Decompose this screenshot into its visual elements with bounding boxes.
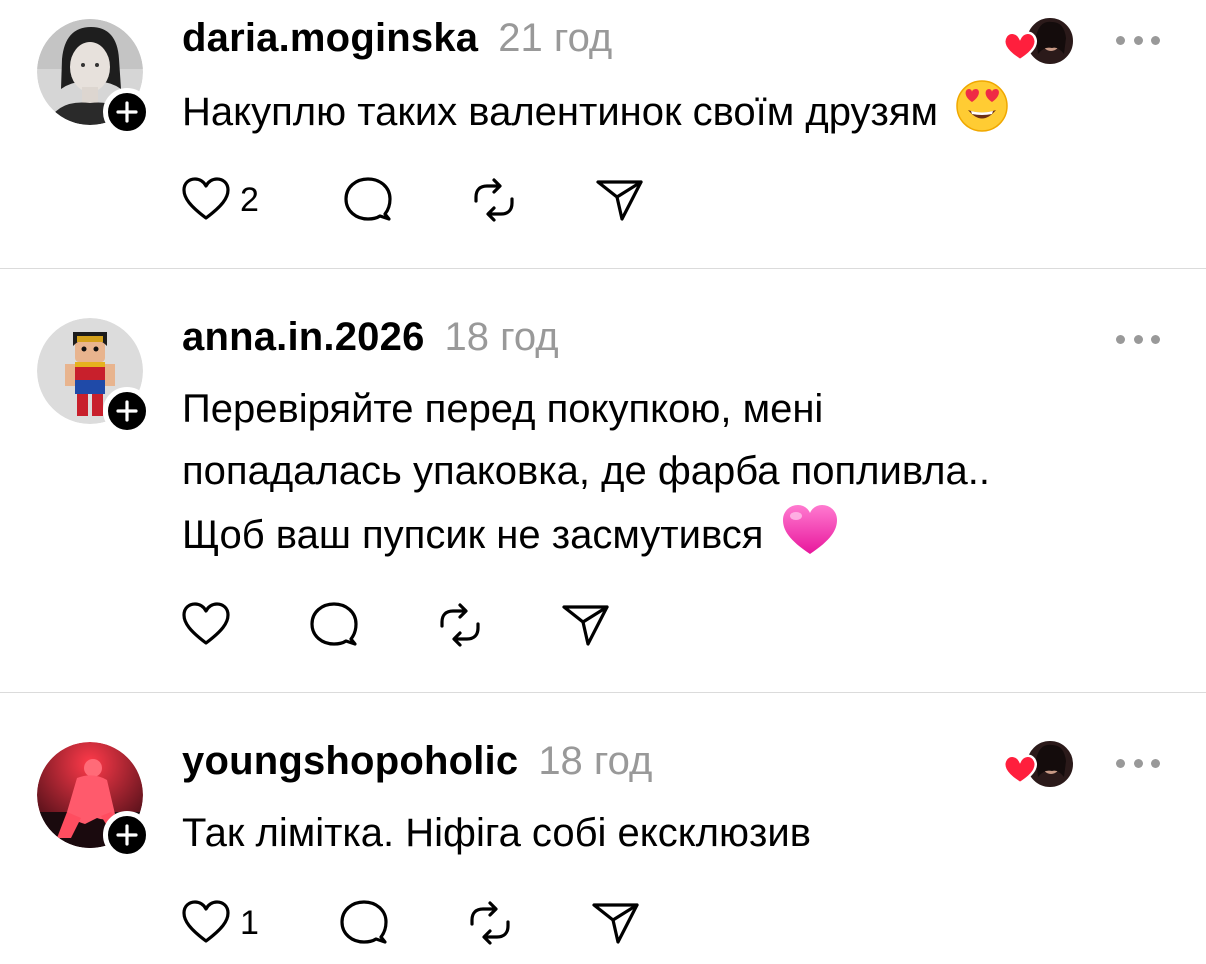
thread-reply-post: anna.in.2026 18 год Перевіряйте перед по… [0, 269, 1206, 692]
more-dots-icon [1116, 758, 1125, 768]
repost-icon [474, 178, 514, 222]
post-text: Перевіряйте перед покупкою, мені попадал… [182, 378, 990, 566]
timestamp[interactable]: 18 год [445, 315, 559, 360]
reply-button[interactable] [342, 174, 394, 226]
follow-button[interactable] [103, 811, 151, 859]
speech-bubble-icon [344, 177, 392, 221]
plus-icon [116, 101, 138, 123]
repost-icon [440, 603, 480, 647]
reply-button[interactable] [338, 897, 390, 949]
post-text-line: Накуплю таких валентинок своїм друзям [182, 90, 939, 134]
timestamp[interactable]: 18 год [538, 739, 652, 784]
like-button[interactable]: 2 [180, 174, 259, 226]
avatar-container[interactable] [37, 742, 151, 859]
avatar-container[interactable] [37, 318, 151, 435]
repost-icon [470, 901, 510, 945]
pink-heart-emoji [782, 505, 837, 554]
speech-bubble-icon [340, 900, 388, 944]
username[interactable]: daria.moginska [182, 16, 478, 61]
liked-by-author-badge[interactable] [1000, 739, 1076, 791]
post-text-line-wrap: Щоб ваш пупсик не засмутився [182, 502, 990, 566]
heart-eyes-emoji [956, 80, 1008, 132]
more-dot [1151, 758, 1160, 768]
more-dot [1133, 334, 1143, 344]
like-button[interactable]: 1 [180, 897, 259, 949]
repost-button[interactable] [434, 599, 486, 651]
send-icon [596, 180, 643, 221]
repost-button[interactable] [464, 897, 516, 949]
liked-by-author-badge[interactable] [1000, 16, 1076, 68]
avatar-container[interactable] [37, 19, 151, 136]
heart-outline-icon [182, 900, 230, 943]
plus-icon [116, 400, 138, 422]
post-text-line: попадалась упаковка, де фарба попливла.. [182, 449, 990, 493]
more-dots-icon [1116, 334, 1125, 344]
username[interactable]: youngshopoholic [182, 739, 518, 784]
post-text-line: Перевіряйте перед покупкою, мені [182, 387, 824, 431]
repost-button[interactable] [468, 174, 520, 226]
share-button[interactable] [560, 599, 612, 651]
post-header: youngshopoholic 18 год [182, 739, 652, 789]
like-button[interactable] [180, 599, 240, 651]
more-options-button[interactable] [1116, 33, 1160, 47]
like-count: 1 [240, 903, 259, 942]
reply-button[interactable] [308, 599, 360, 651]
plus-icon [116, 824, 138, 846]
speech-bubble-icon [310, 602, 358, 646]
send-icon [562, 605, 609, 646]
post-header: daria.moginska 21 год [182, 16, 612, 66]
heart-outline-icon [182, 177, 230, 220]
more-dot [1133, 758, 1143, 768]
username[interactable]: anna.in.2026 [182, 315, 425, 360]
more-dot [1133, 35, 1143, 45]
post-text-line: Так лімітка. Ніфіга собі ексклюзив [182, 811, 811, 855]
more-options-button[interactable] [1116, 332, 1160, 346]
follow-button[interactable] [103, 88, 151, 136]
thread-reply-post: youngshopoholic 18 год Так лімітка. Ніфі… [0, 693, 1206, 964]
send-icon [592, 903, 639, 944]
timestamp[interactable]: 21 год [498, 16, 612, 61]
post-text-line: Щоб ваш пупсик не засмутився [182, 513, 764, 557]
post-text: Так лімітка. Ніфіга собі ексклюзив [182, 802, 811, 864]
more-options-button[interactable] [1116, 756, 1160, 770]
post-header: anna.in.2026 18 год [182, 315, 559, 365]
share-button[interactable] [590, 897, 642, 949]
thread-reply-post: daria.moginska 21 год Накуплю таких вале… [0, 0, 1206, 268]
more-dots-icon [1116, 35, 1125, 45]
more-dot [1151, 334, 1160, 344]
more-dot [1151, 35, 1160, 45]
like-count: 2 [240, 180, 259, 219]
share-button[interactable] [594, 174, 646, 226]
follow-button[interactable] [103, 387, 151, 435]
heart-outline-icon [182, 602, 230, 645]
post-text: Накуплю таких валентинок своїм друзям [182, 79, 1009, 143]
